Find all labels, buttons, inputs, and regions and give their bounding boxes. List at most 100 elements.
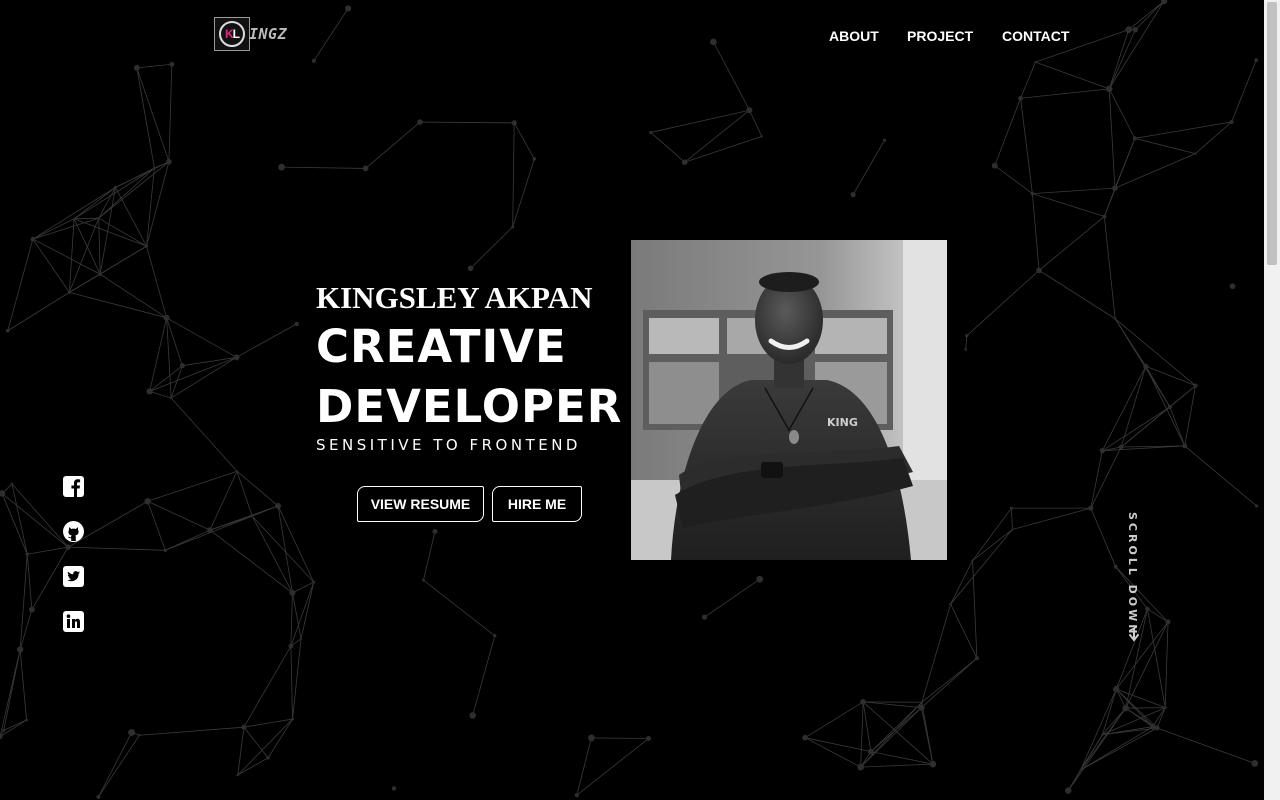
- nav-project[interactable]: PROJECT: [907, 28, 973, 44]
- network-line: [1134, 121, 1232, 139]
- network-line: [1011, 508, 1013, 530]
- network-node: [138, 734, 141, 737]
- network-line: [1108, 88, 1136, 139]
- network-line: [470, 226, 513, 269]
- network-line: [98, 735, 140, 798]
- network-node: [882, 138, 887, 142]
- site-logo[interactable]: KL INGZ: [214, 17, 287, 51]
- network-node: [391, 786, 397, 791]
- network-line: [1114, 318, 1196, 386]
- network-line: [98, 161, 170, 219]
- hire-me-button[interactable]: HIRE ME: [492, 486, 582, 522]
- linkedin-icon[interactable]: [63, 611, 84, 632]
- network-node: [1065, 787, 1072, 794]
- network-line: [149, 391, 172, 399]
- network-line: [921, 603, 951, 703]
- network-line: [1020, 62, 1036, 99]
- network-node: [289, 589, 296, 596]
- github-icon[interactable]: [63, 521, 84, 542]
- network-line: [170, 356, 237, 399]
- network-node: [432, 529, 438, 535]
- network-node: [241, 724, 247, 730]
- network-line: [146, 168, 155, 247]
- network-line: [1125, 707, 1166, 709]
- network-node: [860, 699, 867, 705]
- network-line: [170, 397, 238, 472]
- network-line: [237, 757, 269, 776]
- network-line: [1032, 193, 1105, 217]
- network-line: [149, 356, 237, 392]
- network-line: [591, 737, 649, 739]
- view-resume-button[interactable]: VIEW RESUME: [357, 486, 484, 522]
- network-line: [1031, 193, 1040, 271]
- network-node: [1102, 214, 1107, 219]
- network-node: [1088, 505, 1094, 511]
- network-line: [994, 98, 1021, 166]
- network-line: [32, 217, 99, 240]
- network-node: [1132, 26, 1139, 33]
- network-line: [950, 560, 973, 605]
- network-line: [365, 121, 421, 169]
- network-line: [576, 737, 592, 796]
- network-line: [804, 701, 864, 739]
- network-line: [292, 638, 302, 720]
- facebook-icon[interactable]: [63, 476, 84, 497]
- network-line: [1102, 406, 1171, 452]
- network-line: [870, 707, 922, 752]
- network-line: [704, 578, 760, 618]
- network-node: [266, 756, 270, 760]
- network-node: [1229, 283, 1236, 290]
- twitter-icon[interactable]: [63, 566, 84, 587]
- network-node: [850, 192, 856, 198]
- network-line: [209, 529, 293, 594]
- network-node: [1254, 58, 1259, 63]
- network-node: [312, 580, 316, 584]
- network-line: [147, 500, 211, 531]
- network-node: [964, 348, 967, 351]
- network-node: [166, 158, 172, 165]
- network-line: [576, 738, 649, 796]
- nav-about[interactable]: ABOUT: [829, 28, 879, 44]
- scrollbar-thumb[interactable]: [1267, 2, 1277, 265]
- network-node: [1163, 706, 1167, 709]
- network-node: [422, 578, 425, 582]
- network-line: [1145, 365, 1196, 387]
- network-line: [236, 323, 297, 358]
- network-line: [1, 493, 69, 548]
- network-line: [74, 217, 99, 220]
- network-line: [168, 64, 173, 162]
- network-line: [209, 471, 238, 531]
- network-node: [72, 217, 76, 220]
- network-line: [1184, 385, 1196, 446]
- network-node: [1018, 95, 1023, 101]
- network-node: [146, 388, 153, 395]
- svg-text:KING: KING: [827, 416, 858, 429]
- network-line: [136, 63, 172, 69]
- network-line: [862, 701, 872, 752]
- network-line: [1103, 216, 1116, 319]
- nav-contact[interactable]: CONTACT: [1002, 28, 1069, 44]
- network-line: [1134, 137, 1196, 154]
- logo-mark-letter: K: [224, 27, 234, 41]
- network-line: [860, 707, 922, 768]
- network-line: [1108, 88, 1116, 189]
- page-scrollbar[interactable]: [1264, 0, 1280, 800]
- network-node: [153, 166, 156, 170]
- network-line: [281, 166, 366, 169]
- network-node: [291, 717, 294, 721]
- network-line: [1195, 121, 1232, 154]
- network-node: [163, 314, 170, 321]
- network-node: [67, 290, 71, 294]
- network-node: [918, 704, 925, 711]
- network-line: [472, 635, 496, 716]
- network-line: [3, 719, 27, 731]
- network-node: [1194, 152, 1197, 155]
- network-node: [362, 165, 369, 172]
- network-node: [746, 107, 753, 114]
- network-node: [467, 265, 474, 272]
- network-line: [98, 218, 101, 275]
- network-line: [3, 649, 21, 731]
- network-node: [278, 163, 285, 171]
- network-line: [166, 317, 237, 358]
- scroll-down-indicator[interactable]: SCROLL DOWN: [1126, 512, 1142, 644]
